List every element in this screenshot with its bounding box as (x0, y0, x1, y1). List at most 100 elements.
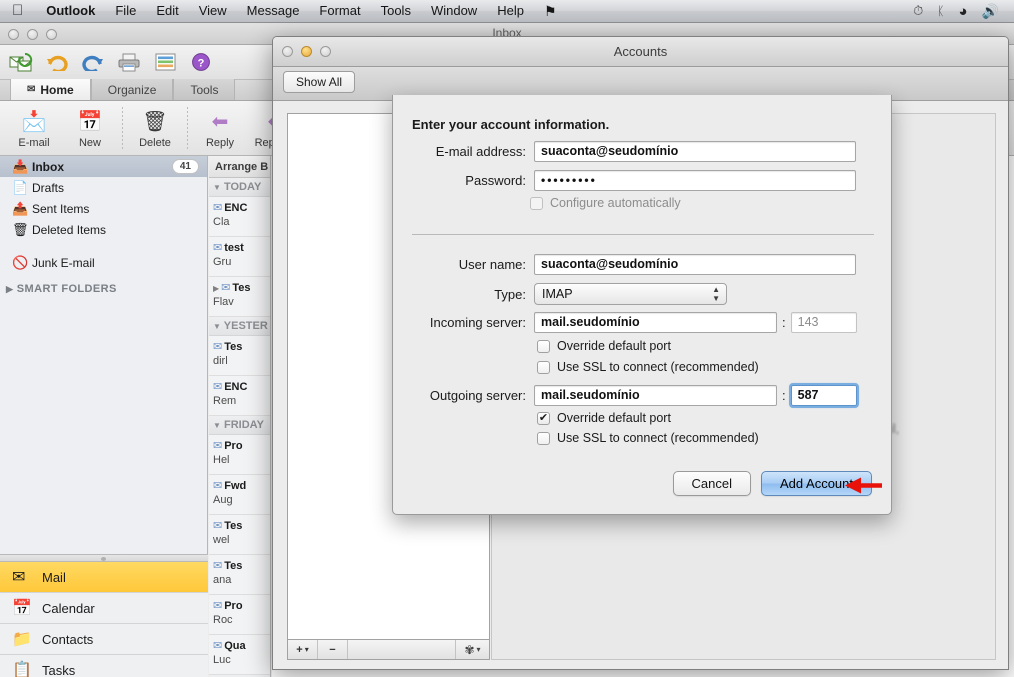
sidebar-item-drafts[interactable]: 📄 Drafts (0, 177, 207, 198)
ribbon-button-delete[interactable]: 🗑 Delete (127, 107, 183, 149)
message-group-header[interactable]: ▼ YESTER (209, 317, 270, 336)
help-icon[interactable]: ? (186, 48, 216, 76)
undo-icon[interactable] (42, 48, 72, 76)
remove-account-button[interactable]: − (318, 640, 348, 659)
accounts-window-title: Accounts (613, 44, 668, 59)
message-subject: Pro (224, 440, 243, 452)
outgoing-ssl-row[interactable]: Use SSL to connect (recommended) (537, 431, 759, 445)
cancel-button[interactable]: Cancel (672, 471, 751, 496)
message-group-header[interactable]: ▼ FRIDAY (209, 416, 270, 435)
volume-icon[interactable]: 🔊 (975, 3, 1006, 20)
menu-item-window[interactable]: Window (421, 0, 487, 22)
list-item[interactable]: ▶ ✉ Tes Flav (209, 277, 270, 317)
inbox-icon: 📥 (12, 158, 29, 174)
menu-item-file[interactable]: File (105, 0, 146, 22)
outgoing-ssl-checkbox[interactable] (537, 431, 550, 445)
sent-icon: 📤 (12, 200, 29, 216)
sheet-heading: Enter your account information. (412, 117, 610, 132)
incoming-override-port-row[interactable]: Override default port (537, 339, 671, 353)
accounts-zoom-button[interactable] (320, 46, 331, 57)
gear-icon: ✾ (464, 642, 475, 657)
menu-item-edit[interactable]: Edit (146, 0, 188, 22)
nav-item-tasks[interactable]: 📋 Tasks (0, 655, 208, 677)
menu-item-outlook[interactable]: Outlook (36, 0, 105, 22)
bluetooth-icon[interactable]: ᛕ (930, 4, 951, 18)
outgoing-override-port-row[interactable]: Override default port (537, 411, 671, 425)
incoming-ssl-row[interactable]: Use SSL to connect (recommended) (537, 360, 759, 374)
list-item[interactable]: ✉ Fwd Aug (209, 475, 270, 515)
configure-automatically-checkbox[interactable] (530, 196, 543, 210)
tab-home[interactable]: ✉ Home (10, 79, 91, 100)
outgoing-server-field[interactable]: mail.seudomínio (534, 385, 777, 406)
list-item[interactable]: ✉ Tes wel (209, 515, 270, 555)
sidebar-item-deleted[interactable]: 🗑 Deleted Items (0, 219, 207, 240)
menu-item-view[interactable]: View (189, 0, 237, 22)
apple-logo-icon[interactable]:  (0, 3, 36, 18)
arrange-by-header[interactable]: Arrange B (209, 156, 270, 178)
list-item[interactable]: ✉ Pro Hel (209, 435, 270, 475)
incoming-server-field[interactable]: mail.seudomínio (534, 312, 777, 333)
print-icon[interactable] (114, 48, 144, 76)
accounts-minimize-button[interactable] (301, 46, 312, 57)
list-item[interactable]: ✉ Qua Luc (209, 635, 270, 675)
outlook-zoom-button[interactable] (46, 29, 57, 40)
list-item[interactable]: ✉ Pro Roc (209, 595, 270, 635)
disclosure-triangle-icon: ▼ (213, 421, 221, 430)
svg-text:?: ? (198, 58, 205, 70)
password-field[interactable]: ••••••••• (534, 170, 856, 191)
sidebar-splitter[interactable] (0, 554, 208, 562)
nav-item-calendar[interactable]: 📅 Calendar (0, 593, 208, 624)
clock-icon[interactable]: ⏱ (906, 3, 930, 19)
flag-icon[interactable]: ⚑ (534, 0, 567, 22)
chevron-down-icon: ▾ (476, 645, 481, 654)
reading-pane-icon[interactable] (150, 48, 180, 76)
menu-item-format[interactable]: Format (309, 0, 370, 22)
list-item[interactable]: ✉ Tes ana (209, 555, 270, 595)
add-account-button[interactable]: + ▾ (288, 640, 318, 659)
configure-automatically-row[interactable]: Configure automatically (530, 196, 681, 210)
email-field[interactable]: suaconta@seudomínio (534, 141, 856, 162)
type-label: Type: (494, 286, 526, 302)
incoming-ssl-checkbox[interactable] (537, 360, 550, 374)
list-item[interactable]: ✉ Tes dirl (209, 336, 270, 376)
account-type-select[interactable]: IMAP ▲ ▼ (534, 283, 727, 305)
redo-icon[interactable] (78, 48, 108, 76)
smart-folders-header[interactable]: ▶ SMART FOLDERS (0, 283, 207, 295)
nav-item-mail[interactable]: ✉ Mail (0, 562, 208, 593)
list-item[interactable]: ✉ ENC Cla (209, 197, 270, 237)
sidebar-item-sent[interactable]: 📤 Sent Items (0, 198, 207, 219)
list-item[interactable]: ✉ ENC Rem (209, 376, 270, 416)
tab-tools[interactable]: Tools (173, 79, 236, 100)
show-all-button[interactable]: Show All (283, 71, 356, 93)
ribbon-button-reply[interactable]: ⬅ Reply (192, 107, 248, 149)
ribbon-button-new[interactable]: 📅 New (62, 107, 118, 149)
send-receive-icon[interactable] (6, 48, 36, 76)
tab-organize[interactable]: Organize (90, 79, 174, 100)
screen:  Outlook File Edit View Message Format … (0, 0, 1014, 677)
outgoing-override-port-checkbox[interactable] (537, 411, 550, 425)
wifi-icon[interactable]: ◕ (952, 3, 975, 20)
accounts-action-menu-button[interactable]: ✾ ▾ (455, 640, 489, 659)
sidebar-item-junk[interactable]: 🚫 Junk E-mail (0, 252, 207, 273)
username-field[interactable]: suaconta@seudomínio (534, 254, 856, 275)
menu-item-tools[interactable]: Tools (371, 0, 421, 22)
message-preview: Gru (213, 256, 232, 268)
incoming-override-port-checkbox[interactable] (537, 339, 550, 353)
message-list: Arrange B ▼ TODAY ✉ ENC Cla ✉ test Gru ▶ ✉ T… (209, 156, 271, 677)
nav-item-contacts[interactable]: 📁 Contacts (0, 624, 208, 655)
list-item[interactable]: ✉ test Gru (209, 237, 270, 277)
sidebar-item-inbox[interactable]: 📥 Inbox 41 (0, 156, 207, 177)
envelope-icon: ✉ (27, 83, 36, 95)
message-group-header[interactable]: ▼ TODAY (209, 178, 270, 197)
ribbon-button-email[interactable]: 📩 E-mail (6, 107, 62, 149)
outgoing-port-field[interactable]: 587 (788, 383, 859, 408)
menu-item-help[interactable]: Help (487, 0, 534, 22)
incoming-override-port-label: Override default port (557, 339, 671, 353)
accounts-close-button[interactable] (282, 46, 293, 57)
disclosure-triangle-icon: ▼ (213, 322, 221, 331)
menu-item-message[interactable]: Message (237, 0, 310, 22)
incoming-port-field[interactable]: 143 (790, 312, 857, 333)
outlook-minimize-button[interactable] (27, 29, 38, 40)
outlook-close-button[interactable] (8, 29, 19, 40)
thread-expand-icon[interactable]: ▶ (213, 284, 219, 293)
